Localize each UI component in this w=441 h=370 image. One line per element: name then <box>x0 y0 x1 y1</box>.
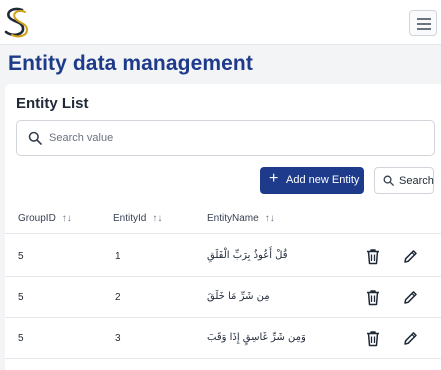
search-icon <box>28 131 42 145</box>
entity-list-card: Entity List Search value + Add new Entit… <box>5 84 441 370</box>
cell-entity-id: 3 <box>115 333 121 344</box>
sort-icon[interactable]: ↑↓ <box>152 213 162 224</box>
cell-entity-name: وَمِن شَرِّ غَاسِقٍ إِذَا وَقَبَ <box>207 332 306 343</box>
add-new-entity-label: Add new Entity <box>286 174 360 186</box>
page-title: Entity data management <box>8 52 253 75</box>
cell-entity-id: 1 <box>115 251 121 262</box>
delete-icon[interactable] <box>365 330 381 347</box>
add-new-entity-button[interactable]: + Add new Entity <box>260 167 364 194</box>
top-navbar <box>0 0 441 45</box>
delete-icon[interactable] <box>365 289 381 306</box>
column-header-entityname[interactable]: EntityName ↑↓ <box>207 213 275 224</box>
brand-s-logo-icon[interactable] <box>2 6 30 38</box>
table-header: GroupID ↑↓ EntityId ↑↓ EntityName ↑↓ <box>5 201 441 234</box>
card-title: Entity List <box>16 95 89 112</box>
table-row: 5 1 قُلْ أَعُوذُ بِرَبِّ الْفَلَقِ <box>5 237 441 277</box>
search-input[interactable]: Search value <box>16 120 435 156</box>
search-button[interactable]: Search <box>374 167 434 194</box>
plus-icon: + <box>269 170 279 187</box>
edit-icon[interactable] <box>402 289 418 306</box>
cell-entity-name: مِن شَرِّ مَا خَلَقَ <box>207 291 270 302</box>
column-header-entityid[interactable]: EntityId ↑↓ <box>113 213 162 224</box>
column-header-groupid[interactable]: GroupID ↑↓ <box>18 213 72 224</box>
search-icon <box>383 175 394 186</box>
delete-icon[interactable] <box>365 248 381 265</box>
cell-entity-name: قُلْ أَعُوذُ بِرَبِّ الْفَلَقِ <box>207 250 288 261</box>
hamburger-menu-icon <box>417 18 431 20</box>
cell-group-id: 5 <box>18 292 24 303</box>
table-row: 5 2 مِن شَرِّ مَا خَلَقَ <box>5 278 441 318</box>
search-placeholder: Search value <box>49 132 114 144</box>
edit-icon[interactable] <box>402 330 418 347</box>
cell-group-id: 5 <box>18 251 24 262</box>
sort-icon[interactable]: ↑↓ <box>62 213 72 224</box>
edit-icon[interactable] <box>402 248 418 265</box>
sort-icon[interactable]: ↑↓ <box>265 213 275 224</box>
hamburger-menu-button[interactable] <box>409 10 437 36</box>
cell-group-id: 5 <box>18 333 24 344</box>
table-row: 5 3 وَمِن شَرِّ غَاسِقٍ إِذَا وَقَبَ <box>5 319 441 359</box>
search-button-label: Search <box>399 175 434 187</box>
cell-entity-id: 2 <box>115 292 121 303</box>
